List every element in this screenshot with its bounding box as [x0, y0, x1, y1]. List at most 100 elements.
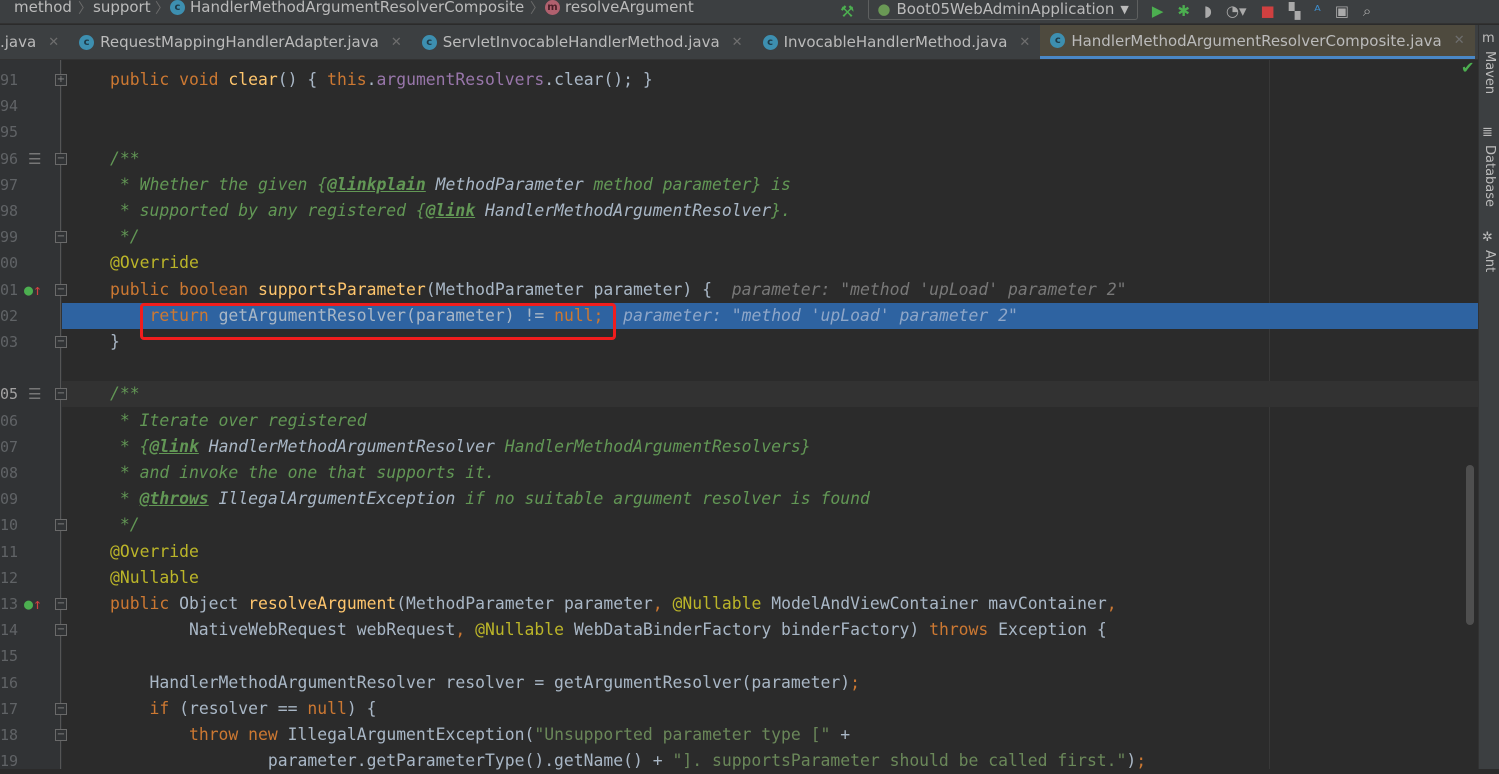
- class-icon: c: [421, 34, 437, 50]
- close-icon[interactable]: ✕: [1019, 35, 1030, 50]
- render-doc-icon[interactable]: ☰: [28, 385, 73, 403]
- code-token: parameter: "method 'upLoad' parameter 2": [731, 279, 1127, 299]
- coverage-icon[interactable]: ◗: [1204, 2, 1212, 20]
- breadcrumb-item[interactable]: support: [93, 0, 151, 16]
- line-number: 98: [0, 202, 19, 220]
- fold-collapse-icon[interactable]: −: [55, 519, 67, 532]
- close-icon[interactable]: ✕: [1454, 33, 1465, 48]
- code-token: if: [149, 698, 180, 718]
- tab-handlermethodargumentresolvercomposite-java[interactable]: c HandlerMethodArgumentResolverComposite.…: [1040, 25, 1475, 59]
- line-number: 95: [0, 123, 19, 142]
- code-token: throw new: [188, 725, 288, 744]
- run-configuration-select[interactable]: ● Boot05WebAdminApplication ▼: [868, 0, 1138, 20]
- code-token: @Override: [110, 541, 199, 561]
- fold-collapse-icon[interactable]: −: [55, 231, 67, 244]
- tab--java[interactable]: .java ✕: [0, 25, 69, 59]
- code-token: /**: [110, 384, 140, 404]
- line-number: 99: [0, 228, 19, 247]
- line-number: 08: [0, 464, 19, 482]
- close-icon[interactable]: ✕: [732, 35, 743, 50]
- code-token: +: [840, 725, 851, 744]
- code-token: HandlerMethodArgumentResolvers}: [494, 436, 811, 456]
- code-token: * supported by any registered {: [110, 201, 426, 220]
- vertical-scrollbar[interactable]: [1466, 465, 1474, 625]
- breadcrumb-label: resolveArgument: [565, 0, 694, 16]
- tab-invocablehandlermethod-java[interactable]: c InvocableHandlerMethod.java ✕: [753, 25, 1041, 59]
- run-icon[interactable]: ▶: [1152, 2, 1164, 20]
- translate-icon[interactable]: ᴬ: [1314, 2, 1320, 20]
- ant-icon: ✲: [1482, 230, 1493, 245]
- breadcrumb-item[interactable]: c HandlerMethodArgumentResolverComposite: [170, 0, 524, 16]
- tool-window-database[interactable]: Database: [1482, 145, 1497, 207]
- code-token: ModelAndViewContainer mavContainer: [771, 594, 1107, 613]
- line-number: 15: [0, 647, 19, 666]
- implements-method-icon[interactable]: ●↑: [24, 595, 69, 613]
- stop-icon[interactable]: ■: [1261, 2, 1275, 20]
- code-line: */: [62, 512, 1478, 538]
- build-hammer-icon[interactable]: ⚒: [840, 2, 854, 21]
- code-token: NativeWebRequest webRequest: [110, 620, 456, 640]
- tool-window-maven[interactable]: Maven: [1482, 51, 1497, 94]
- code-token: .: [366, 70, 377, 89]
- class-icon: c: [762, 34, 778, 50]
- maven-icon: m: [1482, 31, 1495, 46]
- fold-collapse-icon[interactable]: −: [55, 729, 67, 741]
- fold-expand-icon[interactable]: +: [55, 74, 67, 86]
- project-structure-icon[interactable]: ▚: [1289, 2, 1301, 20]
- code-line: * supported by any registered {@link Han…: [62, 198, 1478, 224]
- code-token: ,: [1106, 594, 1117, 613]
- close-icon[interactable]: ✕: [48, 35, 59, 50]
- code-token: */: [110, 515, 140, 535]
- fold-collapse-icon[interactable]: −: [55, 702, 67, 715]
- code-token: IllegalArgumentException(: [287, 725, 535, 744]
- right-tool-strip: m Maven ≣ Database ✲ Ant: [1478, 25, 1499, 769]
- fold-collapse-icon[interactable]: −: [55, 624, 67, 637]
- code-token: @Nullable: [672, 594, 772, 613]
- code-token: @Nullable: [110, 567, 199, 587]
- fold-collapse-icon[interactable]: −: [55, 336, 67, 348]
- code-token: throws: [929, 620, 999, 640]
- breadcrumb-item[interactable]: method: [14, 0, 72, 16]
- tool-window-ant[interactable]: Ant: [1482, 250, 1497, 272]
- tab-requestmappinghandleradapter-java[interactable]: c RequestMappingHandlerAdapter.java ✕: [69, 25, 412, 59]
- search-icon[interactable]: ⌕: [1363, 2, 1371, 20]
- run-toolbar: ⚒ ● Boot05WebAdminApplication ▼ ▶ ✱ ◗ ◔▾ ■…: [840, 0, 1371, 22]
- breadcrumb-item[interactable]: m resolveArgument: [545, 0, 694, 16]
- code-token: parameter.getParameterType().getName() +: [110, 751, 673, 771]
- code-line: @Override: [62, 250, 1478, 276]
- line-number: 03: [0, 333, 19, 351]
- tab-servletinvocablehandlermethod-java[interactable]: c ServletInvocableHandlerMethod.java ✕: [412, 25, 753, 59]
- tab-label: RequestMappingHandlerAdapter.java: [100, 33, 379, 51]
- debug-icon[interactable]: ✱: [1177, 2, 1190, 20]
- code-token: (MethodParameter parameter) {: [425, 279, 732, 299]
- navigation-bar: method 〉 support 〉 c HandlerMethodArgumentRes…: [0, 0, 1499, 24]
- method-icon: m: [545, 0, 560, 15]
- code-token: Object: [179, 594, 249, 613]
- line-number: 06: [0, 411, 19, 430]
- terminal-icon[interactable]: ▣: [1335, 2, 1349, 20]
- render-doc-icon[interactable]: ☰: [28, 150, 73, 168]
- breadcrumb-label: HandlerMethodArgumentResolverComposite: [190, 0, 525, 16]
- close-icon[interactable]: ✕: [391, 35, 402, 50]
- code-line: */: [62, 224, 1478, 250]
- code-line: NativeWebRequest webRequest, @Nullable W…: [62, 617, 1478, 643]
- class-icon: c: [1050, 33, 1066, 48]
- code-token: @Nullable: [475, 620, 574, 640]
- code-token: /**: [110, 148, 140, 168]
- chevron-down-icon: ▼: [1120, 2, 1129, 16]
- code-token: HandlerMethodArgumentResolver: [198, 436, 495, 456]
- code-token: @link: [425, 201, 476, 220]
- code-token: }: [110, 332, 120, 351]
- code-token: public: [110, 594, 180, 613]
- implements-method-icon[interactable]: ●↑: [24, 281, 69, 299]
- code-token: IllegalArgumentException: [208, 489, 456, 509]
- code-token: @linkplain: [327, 174, 426, 194]
- inspection-ok-check-icon[interactable]: ✔: [1461, 58, 1474, 77]
- code-line: public Object resolveArgument(MethodPara…: [62, 591, 1478, 617]
- code-token: (MethodParameter parameter: [396, 594, 653, 613]
- code-token: if no suitable argument resolver is foun…: [455, 489, 870, 509]
- editor-tabs: .java ✕ c RequestMappingHandlerAdapter.java…: [0, 25, 1499, 60]
- profile-icon[interactable]: ◔▾: [1226, 2, 1247, 20]
